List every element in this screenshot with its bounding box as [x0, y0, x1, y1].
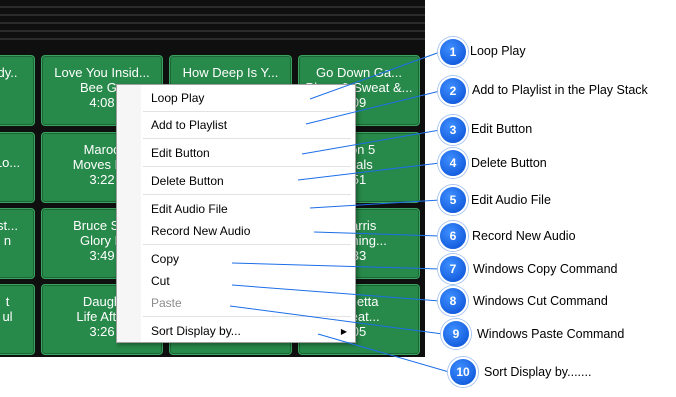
callout-line-3: [301, 129, 441, 155]
callout-line-6: [313, 231, 441, 237]
callout-label-9: Windows Paste Command: [477, 327, 625, 341]
callout-line-4: [297, 162, 441, 181]
callout-badge-5: 5: [438, 185, 468, 215]
callout-badge-4: 4: [438, 148, 468, 178]
callout-line-2: [305, 90, 441, 125]
callout-badge-9: 9: [441, 319, 471, 349]
callout-label-8: Windows Cut Command: [473, 294, 608, 308]
callout-label-1: Loop Play: [470, 44, 526, 58]
callout-label-5: Edit Audio File: [471, 193, 551, 207]
callout-badge-8: 8: [438, 286, 468, 316]
callout-badge-2: 2: [438, 76, 468, 106]
callout-label-7: Windows Copy Command: [473, 262, 618, 276]
callout-label-10: Sort Display by.......: [484, 365, 592, 379]
callout-label-4: Delete Button: [471, 156, 547, 170]
callout-label-2: Add to Playlist in the Play Stack: [472, 83, 648, 97]
callout-badge-7: 7: [438, 254, 468, 284]
callout-line-8: [231, 284, 441, 302]
callout-badge-10: 10: [448, 357, 478, 387]
callout-badge-1: 1: [438, 37, 468, 67]
callout-line-10: [317, 333, 450, 373]
callout-line-5: [309, 199, 441, 209]
callout-badge-6: 6: [438, 221, 468, 251]
callout-label-3: Edit Button: [471, 122, 533, 136]
callout-line-9: [229, 305, 444, 335]
callout-badge-3: 3: [438, 115, 468, 145]
callout-line-7: [231, 262, 441, 270]
callout-line-1: [309, 51, 441, 100]
callout-label-6: Record New Audio: [472, 229, 576, 243]
